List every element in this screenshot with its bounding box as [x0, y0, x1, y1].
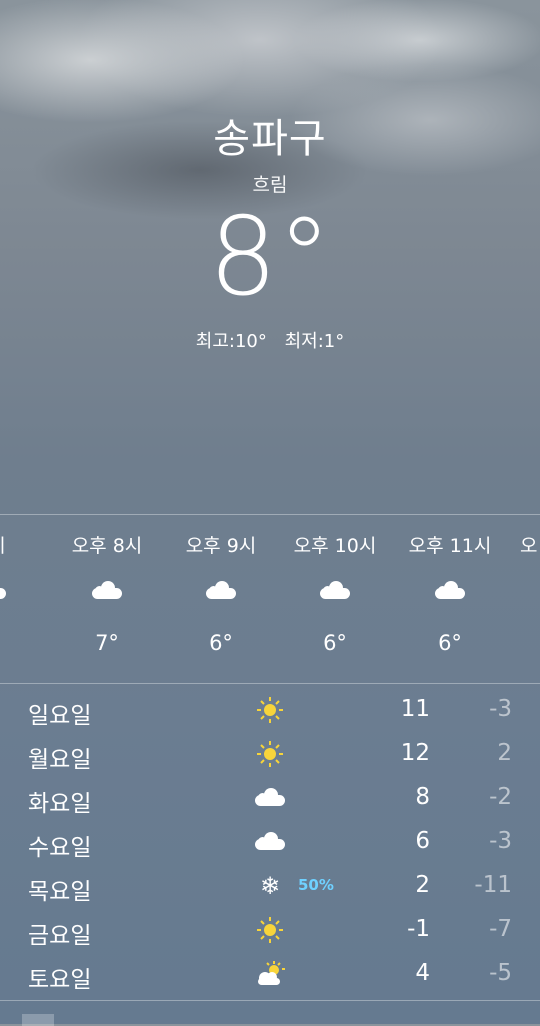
list-icon[interactable]: [22, 1014, 54, 1026]
high-value: -1: [407, 916, 430, 942]
precipitation-chance: 50%: [298, 876, 334, 894]
day-name: 토요일: [28, 967, 92, 993]
low-value: -7: [489, 916, 512, 942]
condition-text: 흐림: [252, 174, 288, 196]
current-temperature: 8°: [208, 195, 332, 320]
hour-label: 7시: [0, 531, 46, 557]
high-low: 최고:10° 최저:1°: [0, 327, 540, 353]
daily-row: 수요일 6 -3: [0, 820, 540, 864]
day-name: 금요일: [28, 923, 92, 949]
hourly-forecast[interactable]: 7시 ° 오후 8시 7° 오후 9시 6° 오후 10시 6° 오후 11시 …: [0, 514, 540, 684]
sun-icon: [254, 694, 286, 726]
snowflake-icon: ❄: [259, 872, 281, 900]
cloud-icon: [0, 583, 46, 613]
hour-label: 오: [520, 535, 538, 557]
daily-row: 월요일 12 2: [0, 732, 540, 776]
daily-row: 일요일 11 -3: [0, 688, 540, 732]
high-value: 8: [415, 784, 430, 810]
high-value: 2: [415, 872, 430, 898]
hour-temperature: °: [0, 631, 46, 655]
low-value: -3: [489, 828, 512, 854]
high-value: 6: [415, 828, 430, 854]
city-name: 송파구: [213, 116, 327, 162]
hour-label: 오후 11시: [408, 535, 492, 557]
low-value: -11: [474, 872, 512, 898]
divider: [0, 1000, 540, 1001]
daily-row: 금요일 -1 -7: [0, 908, 540, 952]
day-name: 수요일: [28, 835, 92, 861]
hour-item: 7시 °: [0, 515, 46, 655]
cloud-icon: [254, 782, 286, 814]
cloud-icon: [395, 581, 505, 613]
low-temperature: 최저:1°: [284, 331, 345, 352]
cloud-icon: [254, 826, 286, 858]
hour-item: 오후 9시 6°: [166, 515, 276, 655]
day-name: 월요일: [28, 747, 92, 773]
cloud-icon: [280, 581, 390, 613]
high-value: 4: [415, 960, 430, 986]
low-value: 2: [497, 740, 512, 766]
hour-label: 오후 8시: [71, 535, 143, 557]
hour-temperature: 6°: [438, 631, 462, 655]
high-value: 11: [400, 696, 430, 722]
low-value: -3: [489, 696, 512, 722]
high-value: 12: [400, 740, 430, 766]
low-value: -5: [489, 960, 512, 986]
sun-icon: [254, 914, 286, 946]
daily-row: 화요일 8 -2: [0, 776, 540, 820]
hour-item: 오후 10시 6°: [280, 515, 390, 655]
cloud-icon: [166, 581, 276, 613]
hour-temperature: 6°: [323, 631, 347, 655]
hour-label: 오후 9시: [185, 535, 257, 557]
hour-item: 오후 11시 6°: [395, 515, 505, 655]
current-weather: 송파구 흐림 8° 최고:10° 최저:1°: [0, 100, 540, 353]
hour-temperature: 7°: [95, 631, 119, 655]
sun-icon: [254, 738, 286, 770]
hour-item: 오: [502, 515, 540, 557]
partly-cloudy-icon: [254, 958, 286, 990]
cloud-icon: [52, 581, 162, 613]
day-name: 일요일: [28, 703, 92, 729]
low-value: -2: [489, 784, 512, 810]
hour-item: 오후 8시 7°: [52, 515, 162, 655]
day-name: 목요일: [28, 879, 92, 905]
day-name: 화요일: [28, 791, 92, 817]
daily-row: 토요일 4 -5: [0, 952, 540, 996]
daily-row: 목요일 ❄ 50% 2 -11: [0, 864, 540, 908]
hour-label: 오후 10시: [293, 535, 377, 557]
high-temperature: 최고:10°: [195, 331, 267, 352]
hour-temperature: 6°: [209, 631, 233, 655]
